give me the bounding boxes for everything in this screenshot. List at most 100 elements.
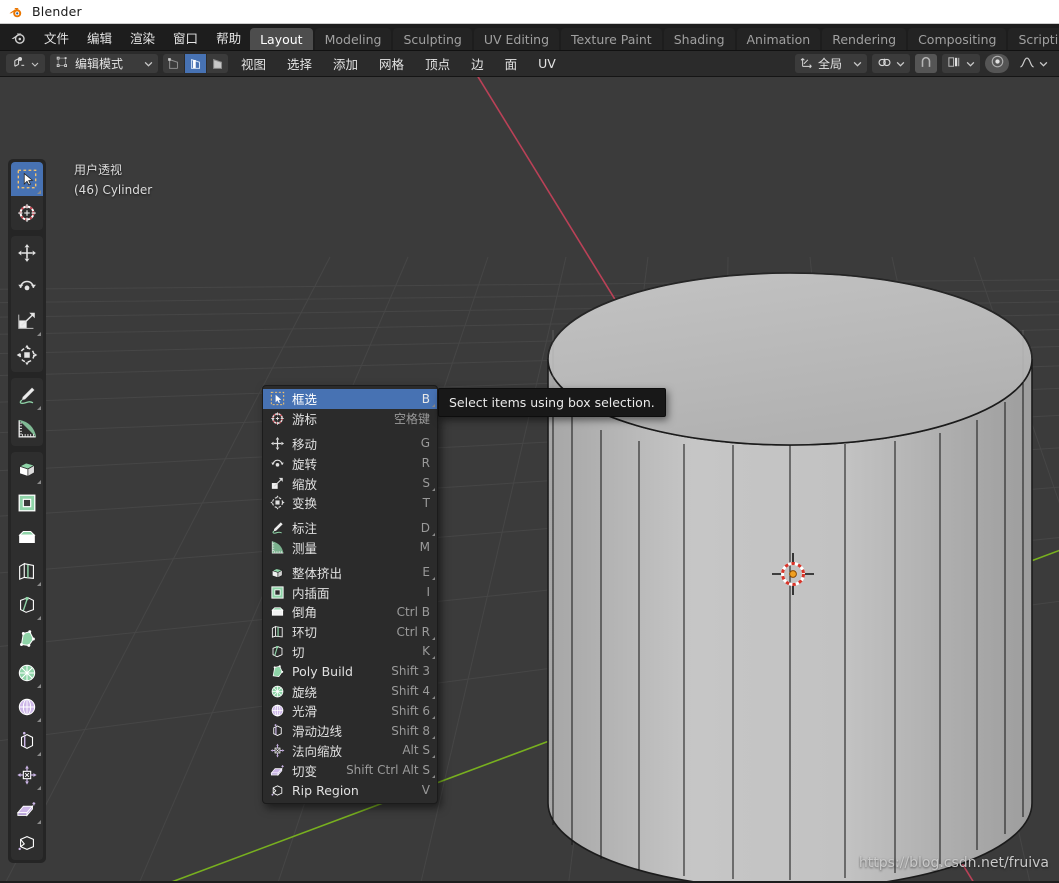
viewport-menu-add[interactable]: 添加 [325, 54, 366, 73]
workspace-tab-shading[interactable]: Shading [664, 28, 735, 50]
workspace-tab-scripting[interactable]: Scripting [1008, 28, 1059, 50]
face-select-mode-button[interactable] [207, 54, 228, 73]
tool-bevel[interactable] [11, 520, 43, 554]
viewport-menu-uv[interactable]: UV [530, 54, 564, 73]
tool-annotate[interactable] [11, 378, 43, 412]
loop-cut-icon [16, 560, 38, 582]
tool-submenu-indicator [37, 406, 41, 410]
move-icon [269, 435, 285, 451]
tool-shrink-fatten[interactable] [11, 758, 43, 792]
viewport-menu-view[interactable]: 视图 [233, 54, 274, 73]
vertex-select-icon [167, 57, 181, 71]
snap-magnet-toggle[interactable] [915, 54, 937, 73]
topbar-menu-window[interactable]: 窗口 [164, 24, 207, 50]
menu-item-smooth[interactable]: 光滑 Shift 6 [263, 701, 437, 721]
menu-item-cursor[interactable]: 游标 空格键 [263, 409, 437, 429]
workspace-tab-sculpting[interactable]: Sculpting [393, 28, 471, 50]
interaction-mode-select[interactable]: 编辑模式 [50, 54, 158, 73]
3d-viewport[interactable]: 用户透视 (46) Cylinder [0, 77, 1059, 881]
menu-item-shrink-fatten[interactable]: 法向缩放 Alt S [263, 741, 437, 761]
topbar-menu-render[interactable]: 渲染 [121, 24, 164, 50]
vertex-select-mode-button[interactable] [163, 54, 184, 73]
menu-item-loop-cut[interactable]: 环切 Ctrl R [263, 622, 437, 642]
menu-item-poly-build-label: Poly Build [292, 664, 384, 679]
tool-spin[interactable] [11, 656, 43, 690]
workspace-tab-texture-paint[interactable]: Texture Paint [561, 28, 662, 50]
context-menu: 框选 B 游标 空格键 [262, 385, 438, 804]
menu-item-shrink-fatten-key: Alt S [402, 743, 430, 757]
tool-select-box[interactable] [11, 162, 43, 196]
tool-smooth[interactable] [11, 690, 43, 724]
viewport-header: 编辑模式 视图 选择 添加 网格 顶点 边 面 UV [0, 51, 1059, 77]
transform-orientation-select[interactable]: 全局 [795, 54, 867, 73]
blender-logo-icon[interactable] [4, 24, 35, 50]
edge-select-mode-button[interactable] [185, 54, 206, 73]
tool-poly-build[interactable] [11, 622, 43, 656]
tool-knife[interactable] [11, 588, 43, 622]
tool-measure[interactable] [11, 412, 43, 446]
tool-rotate[interactable] [11, 270, 43, 304]
workspace-tab-layout-label: Layout [260, 32, 303, 47]
menu-item-edge-slide[interactable]: 滑动边线 Shift 8 [263, 721, 437, 741]
spin-icon [16, 662, 38, 684]
proportional-falloff-select[interactable] [1014, 54, 1053, 73]
viewport-menu-face[interactable]: 面 [497, 54, 526, 73]
menu-item-inset-faces[interactable]: 内插面 I [263, 582, 437, 602]
tool-rip-region[interactable] [11, 826, 43, 860]
workspace-tab-rendering[interactable]: Rendering [822, 28, 906, 50]
menu-item-scale-label: 缩放 [292, 474, 415, 493]
measure-icon [16, 418, 38, 440]
menu-item-move[interactable]: 移动 G [263, 434, 437, 454]
shrink-fatten-icon [269, 742, 285, 758]
tool-transform[interactable] [11, 338, 43, 372]
menu-item-knife[interactable]: 切 K [263, 642, 437, 662]
poly-build-icon [269, 663, 285, 679]
viewport-menu-mesh[interactable]: 网格 [371, 54, 412, 73]
menu-item-annotate[interactable]: 标注 D [263, 518, 437, 538]
menu-item-rotate[interactable]: 旋转 R [263, 453, 437, 473]
chevron-down-icon [144, 57, 153, 71]
viewport-menu-select[interactable]: 选择 [279, 54, 320, 73]
tool-cursor[interactable] [11, 196, 43, 230]
window-title: Blender [32, 4, 82, 19]
tool-inset-faces[interactable] [11, 486, 43, 520]
workspace-tab-compositing[interactable]: Compositing [908, 28, 1006, 50]
menu-item-transform[interactable]: 变换 T [263, 493, 437, 513]
pivot-point-select[interactable] [872, 54, 910, 73]
tool-submenu-indicator [37, 190, 41, 194]
menu-item-select-box[interactable]: 框选 B [263, 389, 437, 409]
topbar-menu-help[interactable]: 帮助 [207, 24, 250, 50]
tool-edge-slide[interactable] [11, 724, 43, 758]
workspace-tab-uv-editing[interactable]: UV Editing [474, 28, 559, 50]
tool-loop-cut[interactable] [11, 554, 43, 588]
tool-submenu-indicator [37, 616, 41, 620]
transform-icon [16, 344, 38, 366]
menu-item-loop-cut-label: 环切 [292, 622, 389, 641]
submenu-indicator [432, 736, 435, 739]
viewport-menu-edge[interactable]: 边 [463, 54, 492, 73]
workspace-tab-layout[interactable]: Layout [250, 28, 313, 50]
menu-item-scale[interactable]: 缩放 S [263, 473, 437, 493]
tool-shear[interactable] [11, 792, 43, 826]
viewport-menu-vertex[interactable]: 顶点 [417, 54, 458, 73]
menu-item-measure[interactable]: 测量 M [263, 538, 437, 558]
proportional-edit-toggle[interactable] [985, 54, 1009, 73]
menu-item-poly-build[interactable]: Poly Build Shift 3 [263, 661, 437, 681]
topbar-menu-edit[interactable]: 编辑 [78, 24, 121, 50]
menu-item-spin[interactable]: 旋绕 Shift 4 [263, 681, 437, 701]
menu-item-extrude-region[interactable]: 整体挤出 E [263, 562, 437, 582]
tool-move[interactable] [11, 236, 43, 270]
menu-item-cursor-key: 空格键 [394, 410, 430, 427]
snap-target-select[interactable] [942, 54, 980, 73]
topbar-menu-file[interactable]: 文件 [35, 24, 78, 50]
menu-item-spin-key: Shift 4 [391, 684, 430, 698]
tool-scale[interactable] [11, 304, 43, 338]
menu-item-shear[interactable]: 切变 Shift Ctrl Alt S [263, 760, 437, 780]
menu-item-rip-region[interactable]: Rip Region V [263, 780, 437, 800]
menu-item-bevel[interactable]: 倒角 Ctrl B [263, 602, 437, 622]
tool-extrude-region[interactable] [11, 452, 43, 486]
workspace-tab-animation[interactable]: Animation [737, 28, 821, 50]
watermark-text: https://blog.csdn.net/fruiva [859, 855, 1049, 871]
editor-type-button[interactable] [6, 54, 45, 73]
workspace-tab-modeling[interactable]: Modeling [315, 28, 392, 50]
